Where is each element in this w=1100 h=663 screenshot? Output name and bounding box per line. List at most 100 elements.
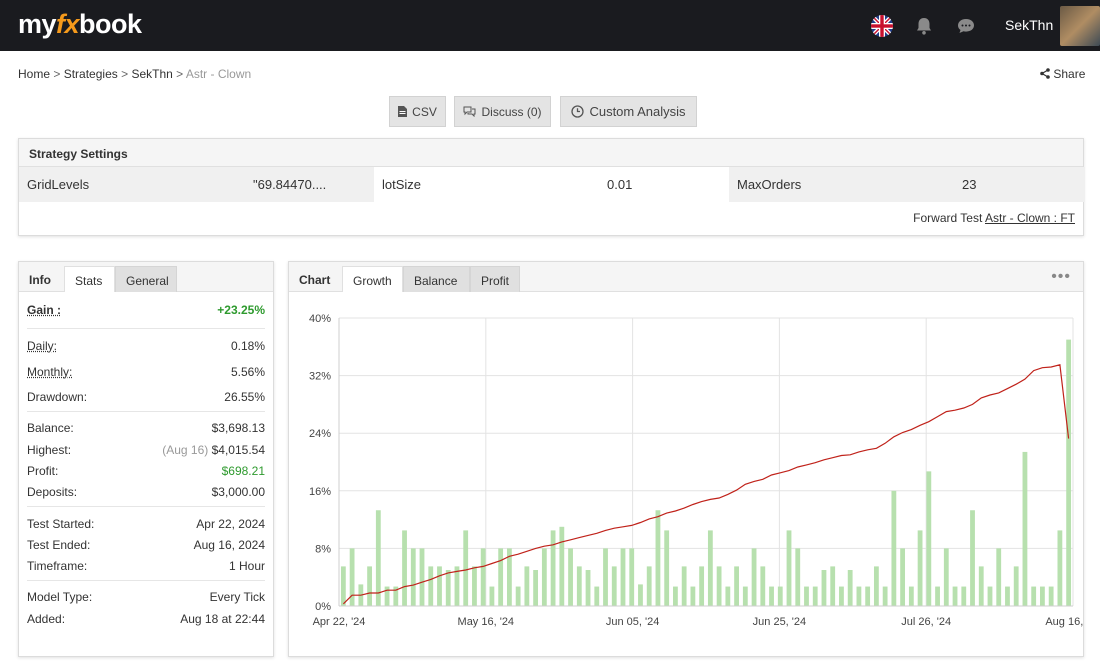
breadcrumb-strategies[interactable]: Strategies: [64, 67, 118, 81]
growth-bar: [961, 586, 967, 606]
gain-value: +23.25%: [217, 303, 265, 317]
daily-value: 0.18%: [230, 339, 265, 353]
growth-bar: [795, 548, 801, 606]
growth-bar: [1040, 586, 1045, 606]
growth-bar: [847, 570, 853, 606]
forward-test-info: Forward Test Astr - Clown : FT: [913, 211, 1075, 225]
x-tick-label: Aug 16, '24: [1045, 616, 1083, 628]
test-started-value: Apr 22, 2024: [196, 517, 265, 531]
chart-panel: Chart Growth Balance Profit ••• 0% 8% 16% 2…: [288, 261, 1084, 657]
growth-bar: [839, 586, 844, 606]
growth-bar: [1057, 530, 1063, 606]
growth-bar: [498, 548, 504, 606]
growth-bar: [830, 566, 836, 606]
growth-bar: [935, 586, 940, 606]
stat-model-type: Model Type: Every Tick: [27, 587, 265, 607]
balance-value: $3,698.13: [211, 421, 265, 435]
share-button[interactable]: Share: [1040, 67, 1085, 81]
growth-bar: [812, 586, 818, 606]
stat-balance: Balance: $3,698.13: [27, 418, 265, 438]
growth-bar: [603, 548, 608, 606]
growth-bar: [891, 490, 897, 606]
monthly-label[interactable]: Monthly:: [27, 365, 72, 379]
x-tick-label: Jun 05, '24: [606, 616, 659, 628]
csv-export-button[interactable]: CSV: [389, 96, 446, 127]
x-tick-label: Jun 25, '24: [753, 616, 806, 628]
strategy-settings-title: Strategy Settings: [19, 139, 1083, 167]
tab-chart[interactable]: Chart: [289, 266, 340, 292]
y-tick-label: 40%: [309, 313, 331, 325]
test-started-label: Test Started:: [27, 517, 95, 531]
highest-value-wrap: (Aug 16) $4,015.54: [162, 443, 265, 457]
share-icon: [1040, 68, 1050, 79]
tab-general[interactable]: General: [115, 266, 177, 292]
growth-bar: [550, 530, 556, 606]
growth-bar: [751, 548, 757, 606]
y-tick-label: 8%: [315, 543, 331, 555]
breadcrumb-home[interactable]: Home: [18, 67, 50, 81]
settings-params-row: GridLevels "69.84470.... lotSize 0.01 Ma…: [19, 167, 1085, 202]
tab-info[interactable]: Info: [19, 266, 61, 292]
param-lotsize-value: 0.01: [607, 177, 633, 192]
logo-my: my: [18, 9, 57, 39]
daily-label[interactable]: Daily:: [27, 339, 57, 353]
growth-bar: [970, 510, 975, 606]
divider: [27, 328, 265, 329]
breadcrumb-user[interactable]: SekThn: [131, 67, 172, 81]
growth-bar: [725, 586, 731, 606]
stat-profit: Profit: $698.21: [27, 461, 265, 481]
growth-bar: [734, 566, 739, 606]
growth-bar: [769, 586, 774, 606]
username[interactable]: SekThn: [1005, 17, 1053, 33]
myfxbook-logo[interactable]: myfxbook: [18, 9, 142, 40]
growth-bar: [410, 548, 416, 606]
growth-bar: [515, 586, 521, 606]
notifications-bell-icon[interactable]: [914, 16, 934, 36]
stat-added: Added: Aug 18 at 22:44: [27, 609, 265, 629]
custom-analysis-label: Custom Analysis: [589, 104, 686, 119]
stat-test-started: Test Started: Apr 22, 2024: [27, 514, 265, 534]
growth-bar: [384, 586, 390, 606]
tab-profit[interactable]: Profit: [470, 266, 520, 292]
growth-bar: [437, 566, 442, 606]
tab-stats[interactable]: Stats: [64, 266, 115, 292]
timeframe-label: Timeframe:: [27, 559, 88, 573]
test-ended-value: Aug 16, 2024: [193, 538, 265, 552]
divider: [27, 411, 265, 412]
breadcrumb-separator: >: [176, 67, 184, 81]
forward-test-link[interactable]: Astr - Clown : FT: [985, 211, 1075, 225]
x-tick-label: Jul 26, '24: [901, 616, 951, 628]
growth-bar: [760, 566, 766, 606]
tab-balance[interactable]: Balance: [403, 266, 470, 292]
growth-bar: [681, 566, 687, 606]
user-avatar[interactable]: [1060, 6, 1100, 46]
growth-bar: [777, 586, 783, 606]
growth-bar: [576, 566, 582, 606]
logo-fx: fx: [56, 9, 80, 39]
logo-book: book: [79, 9, 142, 39]
monthly-value: 5.56%: [230, 365, 265, 379]
growth-bar: [541, 548, 547, 606]
x-tick-label: Apr 22, '24: [313, 616, 366, 628]
stat-timeframe: Timeframe: 1 Hour: [27, 556, 265, 576]
clock-icon: [571, 105, 585, 118]
uk-flag-icon[interactable]: [871, 15, 893, 37]
gain-label[interactable]: Gain :: [27, 303, 61, 317]
growth-bar: [585, 570, 591, 606]
y-tick-label: 24%: [309, 428, 331, 440]
more-options-icon[interactable]: •••: [1051, 268, 1071, 286]
breadcrumb-separator: >: [53, 67, 61, 81]
discuss-button[interactable]: Discuss (0): [454, 96, 551, 127]
param-maxorders-name: MaxOrders: [729, 167, 1085, 202]
growth-bar: [1005, 586, 1010, 606]
param-maxorders-value: 23: [962, 177, 977, 192]
stat-deposits: Deposits: $3,000.00: [27, 482, 265, 502]
tab-growth[interactable]: Growth: [342, 266, 403, 292]
custom-analysis-button[interactable]: Custom Analysis: [560, 96, 697, 127]
messages-chat-icon[interactable]: [956, 16, 976, 36]
deposits-value: $3,000.00: [211, 485, 265, 499]
share-label: Share: [1053, 67, 1086, 81]
growth-chart: 0% 8% 16% 24% 32% 40% Apr 22, '24 May 16, '24 Ju…: [309, 313, 1083, 628]
growth-bar: [707, 530, 713, 606]
growth-bar: [568, 548, 573, 606]
